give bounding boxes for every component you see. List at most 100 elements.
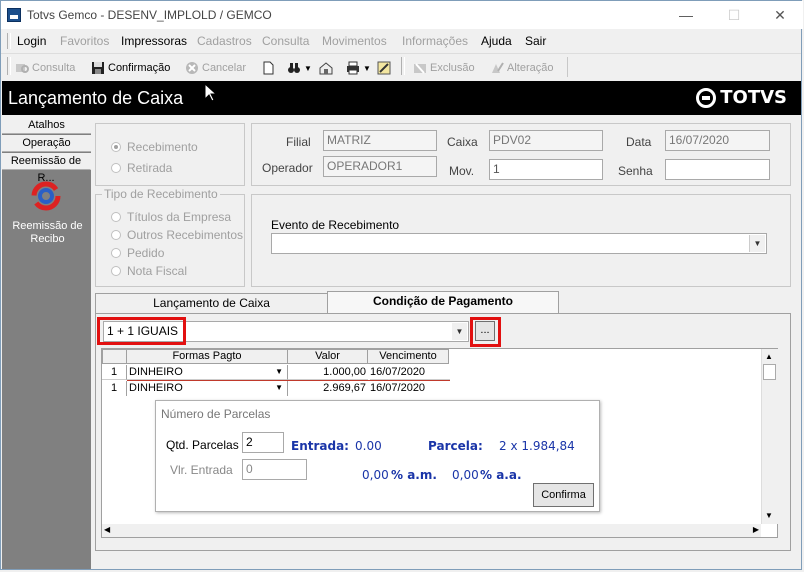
tab-lancamento-caixa[interactable]: Lançamento de Caixa — [95, 293, 328, 313]
sidebar-tab-operacao[interactable]: Operação — [2, 135, 91, 152]
menu-informacoes[interactable]: Informações — [402, 34, 468, 48]
cashier-info-group: Filial MATRIZ Caixa PDV02 Data 16/07/202… — [251, 123, 791, 186]
evento-combo[interactable]: ▼ — [271, 233, 767, 254]
radio-outros-recebimentos[interactable]: Outros Recebimentos — [111, 228, 243, 242]
menu-cadastros[interactable]: Cadastros — [197, 34, 252, 48]
menu-sair[interactable]: Sair — [525, 34, 546, 48]
row-2-chevron-down-icon[interactable]: ▼ — [275, 381, 283, 395]
totvs-logo-text: TOTVS — [720, 87, 787, 108]
radio-retirada[interactable]: Retirada — [111, 161, 172, 175]
radio-recebimento[interactable]: Recebimento — [111, 140, 198, 154]
confirmacao-button[interactable]: Confirmação — [91, 59, 170, 77]
highlight-lookup — [470, 317, 501, 347]
mov-field[interactable]: 1 — [489, 159, 603, 180]
tools-icon — [377, 61, 391, 75]
radio-outros-dot — [111, 230, 121, 240]
header-vencimento[interactable]: Vencimento — [367, 349, 449, 364]
menu-consulta[interactable]: Consulta — [262, 34, 309, 48]
radio-titulos-empresa[interactable]: Títulos da Empresa — [111, 210, 231, 224]
menu-ajuda[interactable]: Ajuda — [481, 34, 512, 48]
menu-favoritos[interactable]: Favoritos — [60, 34, 109, 48]
vlr-entrada-label: Vlr. Entrada — [170, 463, 233, 477]
find-button[interactable]: ▼ — [287, 59, 312, 77]
edit-icon — [490, 61, 504, 75]
radio-pedido-label: Pedido — [127, 246, 165, 260]
radio-titulos-dot — [111, 212, 121, 222]
scroll-left-icon[interactable]: ◀ — [104, 525, 110, 534]
radio-nota-fiscal[interactable]: Nota Fiscal — [111, 264, 187, 278]
refresh-icon[interactable] — [31, 181, 61, 211]
alteracao-label: Alteração — [507, 62, 554, 74]
sidebar-tab-atalhos[interactable]: Atalhos — [2, 117, 91, 134]
scroll-up-icon[interactable]: ▲ — [765, 352, 773, 361]
taxa-aa-unit: % a.a. — [480, 468, 522, 482]
radio-recebimento-label: Recebimento — [127, 140, 198, 154]
scroll-right-icon[interactable]: ▶ — [753, 525, 759, 534]
maximize-button[interactable]: ☐ — [720, 5, 748, 25]
condicao-chevron-down-icon[interactable]: ▼ — [452, 323, 467, 340]
print-button[interactable]: ▼ — [346, 59, 371, 77]
grid-horizontal-scrollbar[interactable]: ◀ ▶ — [102, 524, 761, 537]
confirma-button[interactable]: Confirma — [533, 483, 594, 507]
data-field[interactable]: 16/07/2020 — [665, 130, 770, 151]
header-valor[interactable]: Valor — [287, 349, 368, 364]
tab-condicao-pagamento[interactable]: Condição de Pagamento — [327, 291, 559, 314]
cancelar-label: Cancelar — [202, 62, 247, 74]
vlr-entrada-field[interactable]: 0 — [242, 459, 307, 480]
header-formas-pagto[interactable]: Formas Pagto — [126, 349, 288, 364]
chevron-down-icon[interactable]: ▼ — [749, 235, 765, 252]
parcela-value: 2 x 1.984,84 — [499, 439, 575, 453]
tipo-recebimento-group: Tipo de Recebimento Títulos da Empresa O… — [95, 187, 245, 287]
taxa-am-unit: % a.m. — [391, 468, 437, 482]
export-button[interactable] — [319, 59, 333, 77]
row-1-forma[interactable]: DINHEIRO ▼ — [127, 365, 288, 380]
sidebar-tab-reemissao[interactable]: Reemissão de R... — [2, 153, 91, 184]
taxa-am-value: 0,00 — [362, 468, 389, 482]
minimize-button[interactable]: — — [672, 5, 700, 25]
app-window: Totvs Gemco - DESENV_IMPLOLD / GEMCO — ☐… — [0, 0, 803, 570]
operador-field[interactable]: OPERADOR1 — [323, 156, 437, 177]
cancel-icon — [185, 61, 199, 75]
menu-impressoras[interactable]: Impressoras — [121, 34, 187, 48]
tools-button[interactable] — [377, 59, 391, 77]
cancelar-button[interactable]: Cancelar — [185, 59, 246, 77]
new-document-button[interactable] — [261, 59, 275, 77]
consulta-button[interactable]: Consulta — [15, 59, 75, 77]
row-2-vencimento[interactable]: 16/07/2020 — [370, 381, 450, 396]
binoculars-icon — [287, 61, 301, 75]
close-button[interactable]: ✕ — [766, 5, 794, 25]
qtd-parcelas-field[interactable]: 2 — [242, 432, 284, 453]
row-1-valor[interactable]: 1.000,00 — [288, 365, 368, 380]
parcela-label: Parcela: — [428, 439, 483, 453]
radio-pedido[interactable]: Pedido — [111, 246, 164, 260]
mov-label: Mov. — [449, 164, 475, 178]
menu-grip — [7, 33, 11, 49]
reemissao-recibo-label[interactable]: Reemissão de Recibo — [6, 220, 89, 246]
window-title: Totvs Gemco - DESENV_IMPLOLD / GEMCO — [27, 8, 272, 22]
row-1-chevron-down-icon[interactable]: ▼ — [275, 365, 283, 379]
radio-titulos-label: Títulos da Empresa — [127, 210, 232, 224]
evento-label: Evento de Recebimento — [271, 218, 400, 232]
caixa-field[interactable]: PDV02 — [489, 130, 603, 151]
senha-field[interactable] — [665, 159, 770, 180]
scroll-down-icon[interactable]: ▼ — [765, 511, 773, 520]
filial-field[interactable]: MATRIZ — [323, 130, 437, 151]
alteracao-button[interactable]: Alteração — [490, 59, 553, 77]
menu-movimentos[interactable]: Movimentos — [322, 34, 387, 48]
sidebar: Atalhos Operação Reemissão de R... Reemi… — [2, 117, 91, 569]
evento-group: Evento de Recebimento ▼ — [251, 194, 791, 287]
row-2-forma[interactable]: DINHEIRO ▼ — [127, 381, 288, 396]
exclusao-button[interactable]: Exclusão — [413, 59, 475, 77]
row-2-valor[interactable]: 2.969,67 — [288, 381, 368, 396]
row-1-vencimento[interactable]: 16/07/2020 — [370, 365, 450, 380]
menu-login[interactable]: Login — [17, 34, 46, 48]
qtd-parcelas-label: Qtd. Parcelas — [166, 438, 239, 452]
vertical-scroll-thumb[interactable] — [763, 364, 776, 380]
grid-vertical-scrollbar[interactable]: ▲ ▼ — [761, 349, 778, 524]
operation-group: Recebimento Retirada — [95, 123, 245, 186]
radio-nota-label: Nota Fiscal — [127, 264, 188, 278]
highlight-condicao — [97, 317, 186, 345]
delete-icon — [413, 61, 427, 75]
row-2-number: 1 — [102, 381, 127, 396]
tab-strip: Lançamento de Caixa Condição de Pagament… — [95, 291, 791, 314]
